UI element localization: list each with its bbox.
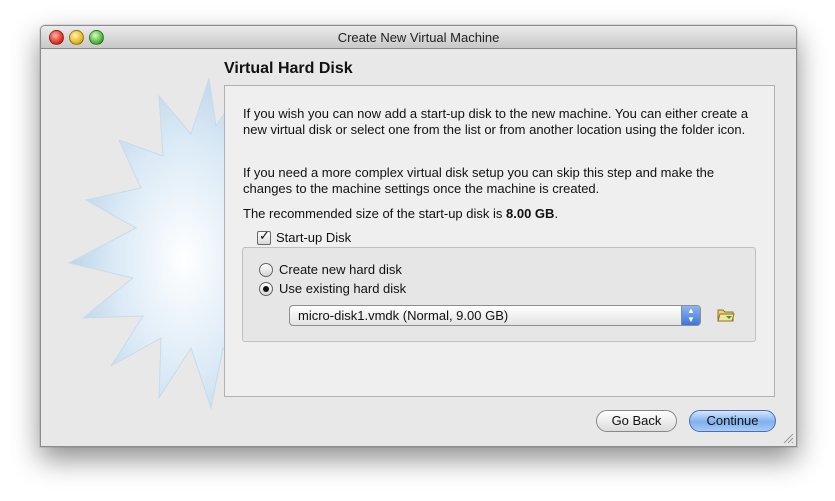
- recommended-suffix: .: [554, 206, 559, 221]
- recommended-size-text: The recommended size of the start-up dis…: [243, 206, 763, 222]
- window-title: Create New Virtual Machine: [337, 30, 500, 45]
- recommended-prefix: The recommended size of the start-up dis…: [243, 206, 507, 221]
- intro-text: If you wish you can now add a start-up d…: [243, 106, 749, 137]
- recommended-size-value: 8.00 GB: [506, 206, 555, 221]
- use-existing-disk-option[interactable]: Use existing hard disk: [259, 281, 406, 296]
- page-heading: Virtual Hard Disk: [224, 60, 353, 77]
- existing-disk-select-value: micro-disk1.vmdk (Normal, 9.00 GB): [298, 308, 509, 323]
- startup-disk-label: Start-up Disk: [276, 230, 352, 245]
- checkbox-box[interactable]: ✓: [257, 227, 271, 245]
- startup-disk-checkbox[interactable]: ✓ Start-up Disk: [257, 227, 352, 245]
- checkmark-icon: ✓: [259, 227, 270, 243]
- disk-options-group: Create new hard disk Use existing hard d…: [242, 247, 756, 342]
- complex-setup-text: If you need a more complex virtual disk …: [243, 165, 715, 196]
- content-panel: If you wish you can now add a start-up d…: [224, 85, 775, 397]
- create-new-disk-label: Create new hard disk: [279, 262, 402, 277]
- title-bar[interactable]: Create New Virtual Machine: [41, 26, 796, 49]
- create-new-disk-radio[interactable]: [259, 262, 273, 277]
- continue-button[interactable]: Continue: [689, 410, 776, 432]
- use-existing-disk-radio[interactable]: [259, 281, 273, 296]
- use-existing-disk-label: Use existing hard disk: [279, 281, 407, 296]
- go-back-button[interactable]: Go Back: [596, 410, 677, 432]
- existing-disk-select[interactable]: micro-disk1.vmdk (Normal, 9.00 GB) ▲ ▼: [289, 305, 701, 326]
- select-arrows-icon[interactable]: ▲ ▼: [681, 306, 700, 325]
- folder-icon[interactable]: [717, 306, 735, 322]
- window: Create New Virtual Machine Virtual Hard …: [40, 25, 797, 447]
- resize-grip-icon[interactable]: [783, 433, 794, 444]
- create-new-disk-option[interactable]: Create new hard disk: [259, 262, 402, 277]
